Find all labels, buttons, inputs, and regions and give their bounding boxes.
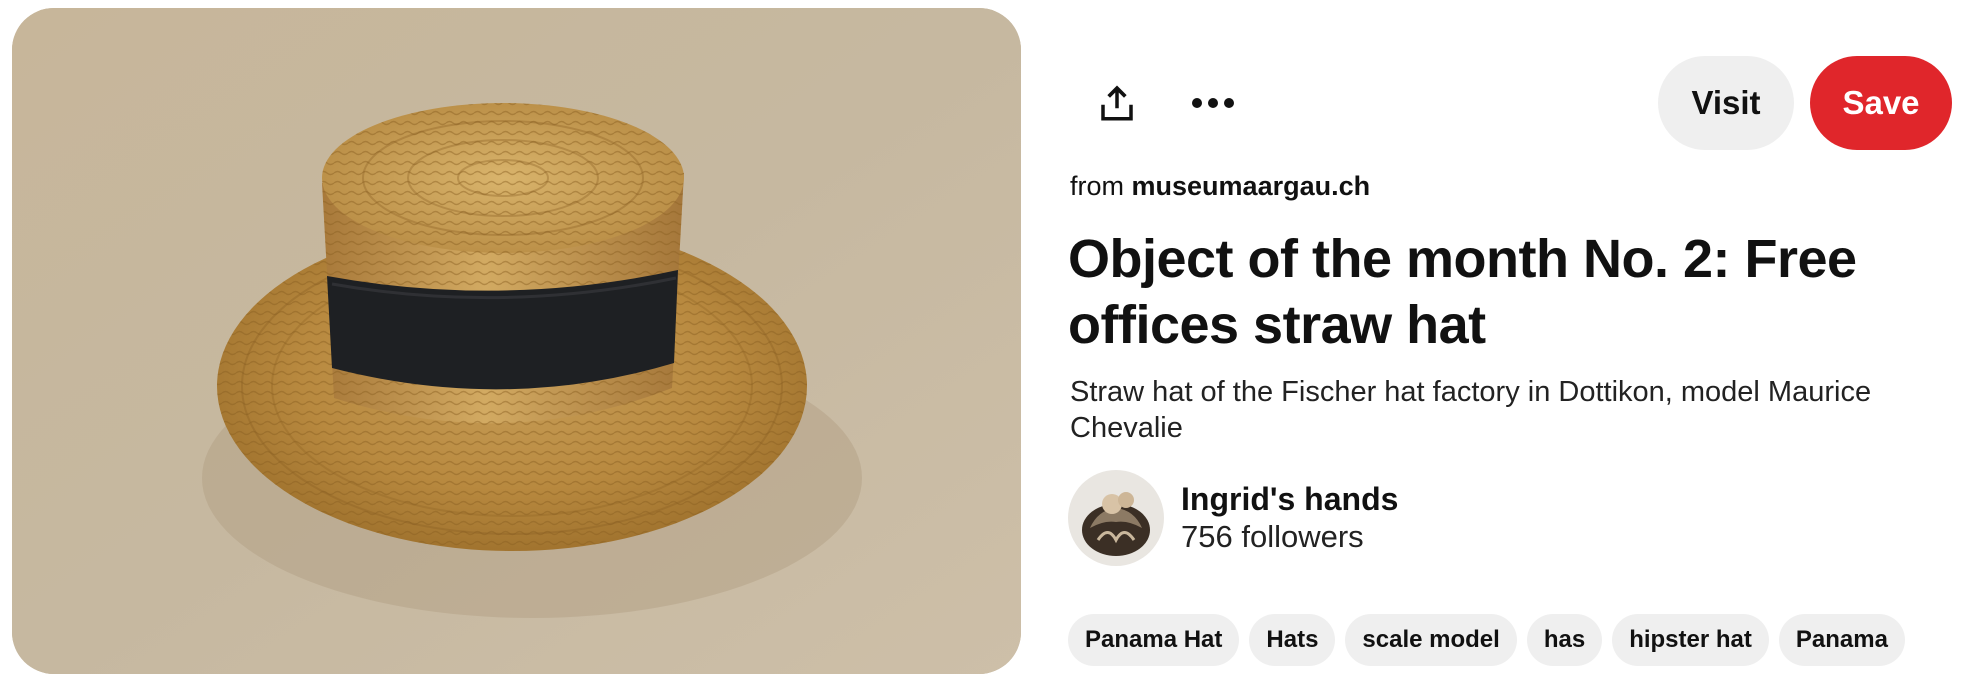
share-icon — [1101, 85, 1133, 121]
pin-source: from museumaargau.ch — [1070, 168, 1370, 204]
source-domain-link[interactable]: museumaargau.ch — [1132, 171, 1371, 201]
pin-image[interactable] — [12, 8, 1021, 674]
pin-action-bar: Visit Save — [1068, 54, 1952, 152]
visit-button[interactable]: Visit — [1658, 56, 1794, 150]
straw-hat-photo — [12, 8, 1021, 674]
more-options-button[interactable] — [1183, 73, 1243, 133]
tag-list: Panama Hat Hats scale model has hipster … — [1068, 614, 1905, 666]
tag-chip[interactable]: Panama Hat — [1068, 614, 1240, 666]
pin-description: Straw hat of the Fischer hat factory in … — [1070, 376, 1872, 444]
creator-avatar[interactable] — [1068, 470, 1164, 566]
pin-title: Object of the month No. 2: Free offices … — [1068, 229, 1857, 355]
tag-chip[interactable]: Panama — [1778, 614, 1905, 666]
creator-card: Ingrid's hands 756 followers — [1068, 470, 1568, 566]
avatar-image — [1068, 470, 1164, 566]
tag-chip[interactable]: hipster hat — [1612, 614, 1769, 666]
tag-chip[interactable]: has — [1526, 614, 1603, 666]
tag-chip[interactable]: scale model — [1345, 614, 1517, 666]
source-prefix: from — [1070, 171, 1124, 201]
more-options-icon — [1192, 98, 1234, 108]
creator-name[interactable]: Ingrid's hands — [1181, 480, 1398, 518]
share-button[interactable] — [1087, 73, 1147, 133]
tag-chip[interactable]: Hats — [1249, 614, 1336, 666]
save-button[interactable]: Save — [1810, 56, 1952, 150]
creator-followers: 756 followers — [1181, 519, 1364, 554]
